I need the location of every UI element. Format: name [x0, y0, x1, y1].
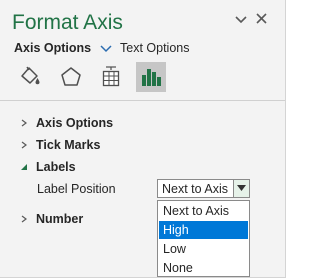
section-label: Axis Options	[36, 116, 114, 130]
format-axis-pane: Format Axis Axis Options Text Options Ax…	[0, 0, 286, 278]
label-position-label: Label Position	[37, 182, 116, 196]
divider	[0, 100, 285, 101]
size-properties-button[interactable]	[96, 62, 126, 92]
expand-arrow-icon	[21, 215, 27, 223]
close-button[interactable]	[254, 10, 270, 28]
close-icon	[256, 13, 267, 24]
tab-text-options[interactable]: Text Options	[120, 40, 189, 56]
option-high[interactable]: High	[159, 221, 248, 239]
tab-axis-options[interactable]: Axis Options	[14, 40, 112, 56]
expand-arrow-icon	[21, 141, 27, 149]
dropdown-arrow-icon	[237, 185, 246, 191]
option-low[interactable]: Low	[159, 240, 248, 258]
section-label: Labels	[36, 160, 76, 174]
chevron-down-icon	[235, 16, 247, 24]
effects-button[interactable]	[56, 62, 86, 92]
axis-options-icon	[142, 69, 161, 86]
label-position-select[interactable]: Next to Axis	[157, 179, 250, 198]
tab-axis-options-label: Axis Options	[14, 41, 92, 55]
axis-options-button[interactable]	[136, 62, 166, 92]
pane-options-button[interactable]	[234, 10, 248, 28]
category-icon-bar	[16, 62, 176, 96]
option-none[interactable]: None	[159, 259, 248, 277]
expand-arrow-icon	[21, 119, 27, 127]
size-properties-icon	[102, 66, 120, 87]
pane-title: Format Axis	[12, 11, 123, 34]
label-position-dropdown-list: Next to Axis High Low None	[157, 200, 250, 277]
section-label: Tick Marks	[36, 138, 101, 152]
section-label: Number	[36, 212, 84, 226]
dropdown-arrow-button[interactable]	[233, 180, 249, 197]
fill-line-icon	[21, 66, 40, 85]
label-position-value: Next to Axis	[162, 182, 228, 196]
fill-line-button[interactable]	[16, 62, 46, 92]
collapse-arrow-icon	[21, 164, 27, 170]
option-next-to-axis[interactable]: Next to Axis	[159, 202, 248, 220]
chevron-down-icon	[100, 45, 112, 52]
effects-icon	[61, 67, 81, 86]
